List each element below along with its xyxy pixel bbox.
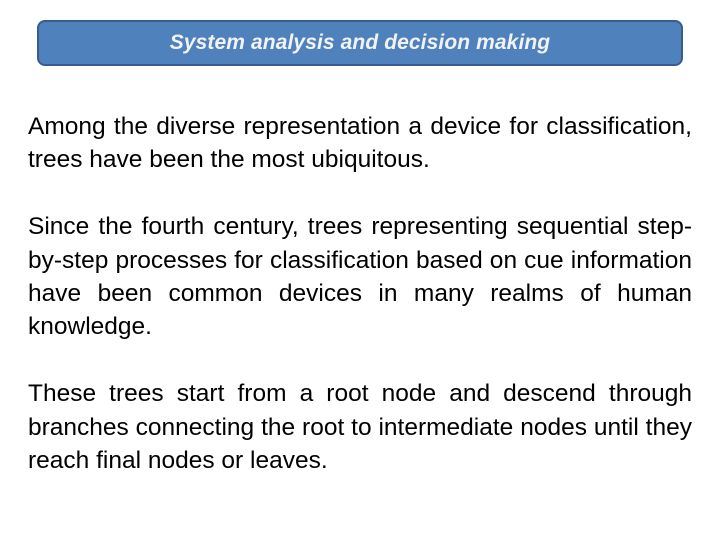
slide-title: System analysis and decision making [169,30,551,54]
paragraph-fourth-century: Since the fourth century, trees represen… [28,213,692,341]
slide-body: Among the diverse representation a devic… [28,110,692,511]
paragraph-trees-ubiquitous: Among the diverse representation a devic… [28,113,692,174]
slide-title-bar: System analysis and decision making [37,20,683,66]
paragraph-root-to-leaves: These trees start from a root node and d… [28,380,692,475]
